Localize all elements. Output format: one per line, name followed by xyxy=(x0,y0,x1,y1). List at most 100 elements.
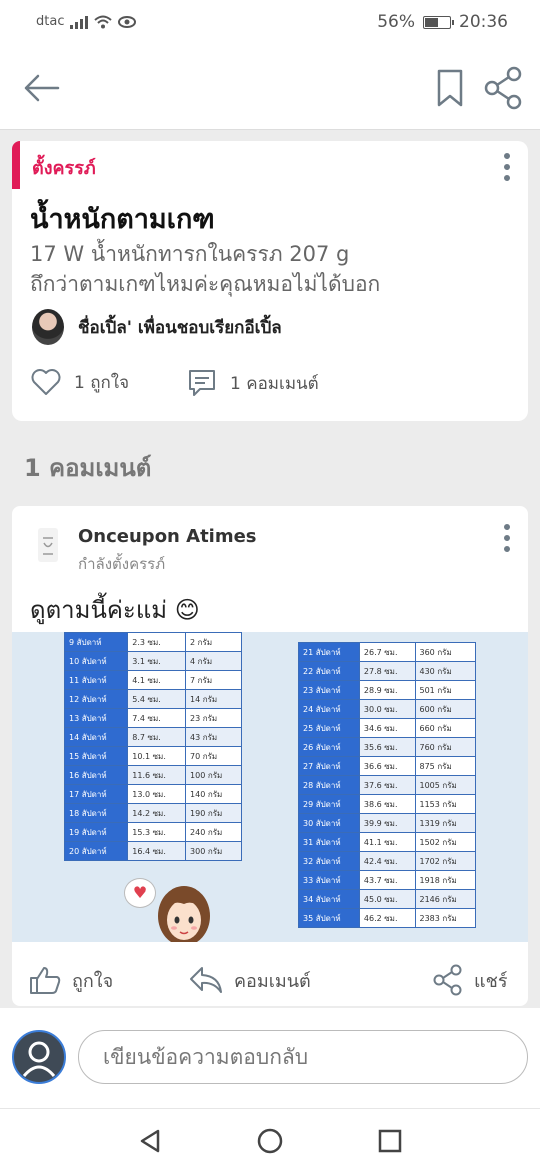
week-cell: 27 สัปดาห์ xyxy=(298,756,360,776)
weight-cell: 875 กรัม xyxy=(414,756,476,776)
length-cell: 46.2 ซม. xyxy=(358,908,416,928)
weight-table-row: 9 สัปดาห์ 2.3 ซม. 2 กรัม xyxy=(63,632,242,652)
comment-stat[interactable]: 1 คอมเมนต์ xyxy=(186,367,319,399)
share-label: แชร์ xyxy=(474,970,508,992)
weight-cell: 1153 กรัม xyxy=(414,794,476,814)
like-stat[interactable]: 1 ถูกใจ xyxy=(30,367,129,397)
weight-table-row: 11 สัปดาห์ 4.1 ซม. 7 กรัม xyxy=(63,670,242,690)
weight-table-row: 18 สัปดาห์ 14.2 ซม. 190 กรัม xyxy=(63,803,242,823)
comment-card: Onceupon Atimes กำลังตั้งครรภ์ ดูตามนี้ค… xyxy=(12,506,528,1006)
weight-table-row: 33 สัปดาห์ 43.7 ซม. 1918 กรัม xyxy=(298,870,476,890)
length-cell: 26.7 ซม. xyxy=(358,642,416,662)
share-button[interactable] xyxy=(482,66,526,110)
weight-cell: 300 กรัม xyxy=(185,841,242,861)
weight-cell: 4 กรัม xyxy=(185,651,242,671)
week-cell: 28 สัปดาห์ xyxy=(298,775,360,795)
length-cell: 30.0 ซม. xyxy=(358,699,416,719)
reply-button[interactable]: คอมเมนต์ xyxy=(188,958,311,1002)
weight-cell: 430 กรัม xyxy=(414,661,476,681)
weight-table-right: 21 สัปดาห์ 26.7 ซม. 360 กรัม 22 สัปดาห์ 27.8… xyxy=(298,642,476,928)
week-cell: 31 สัปดาห์ xyxy=(298,832,360,852)
clock: 20:36 xyxy=(459,12,508,32)
like-count: 1 ถูกใจ xyxy=(74,372,130,393)
battery-icon xyxy=(423,15,454,29)
author-name[interactable]: ชื่อเปิ้ล' เพื่อนชอบเรียกอีเปิ้ล xyxy=(78,314,282,341)
avatar[interactable] xyxy=(32,309,64,345)
weight-table-row: 15 สัปดาห์ 10.1 ซม. 70 กรัม xyxy=(63,746,242,766)
length-cell: 3.1 ซม. xyxy=(127,651,187,671)
week-cell: 23 สัปดาห์ xyxy=(298,680,360,700)
commenter-avatar[interactable] xyxy=(34,526,62,564)
weight-table-row: 21 สัปดาห์ 26.7 ซม. 360 กรัม xyxy=(298,642,476,662)
commenter-name[interactable]: Onceupon Atimes xyxy=(78,526,257,547)
weight-cell: 600 กรัม xyxy=(414,699,476,719)
week-cell: 9 สัปดาห์ xyxy=(63,632,129,652)
week-cell: 13 สัปดาห์ xyxy=(63,708,129,728)
week-cell: 22 สัปดาห์ xyxy=(298,661,360,681)
bookmark-button[interactable] xyxy=(432,66,468,110)
kebab-menu-icon[interactable] xyxy=(502,153,512,181)
week-cell: 35 สัปดาห์ xyxy=(298,908,360,928)
week-cell: 17 สัปดาห์ xyxy=(63,784,129,804)
length-cell: 7.4 ซม. xyxy=(127,708,187,728)
weight-cell: 14 กรัม xyxy=(185,689,242,709)
length-cell: 43.7 ซม. xyxy=(358,870,416,890)
signal-icon xyxy=(70,15,89,29)
length-cell: 28.9 ซม. xyxy=(358,680,416,700)
like-button[interactable]: ถูกใจ xyxy=(28,958,113,1002)
share-icon xyxy=(433,964,462,996)
post-tag[interactable]: ตั้งครรภ์ xyxy=(32,153,96,182)
comments-heading: 1 คอมเมนต์ xyxy=(24,454,152,482)
thumbs-up-icon xyxy=(30,967,61,994)
mother-illustration xyxy=(158,886,210,942)
weight-cell: 1702 กรัม xyxy=(414,851,476,871)
weight-table-row: 10 สัปดาห์ 3.1 ซม. 4 กรัม xyxy=(63,651,242,671)
status-right: 56% 20:36 xyxy=(377,12,508,32)
wifi-icon xyxy=(94,15,113,28)
nav-recents-icon[interactable] xyxy=(370,1121,410,1161)
week-cell: 18 สัปดาห์ xyxy=(63,803,129,823)
weight-table-row: 35 สัปดาห์ 46.2 ซม. 2383 กรัม xyxy=(298,908,476,928)
comment-image[interactable]: 9 สัปดาห์ 2.3 ซม. 2 กรัม 10 สัปดาห์ 3.1 ซม. 4… xyxy=(12,632,528,942)
length-cell: 10.1 ซม. xyxy=(127,746,187,766)
like-label: ถูกใจ xyxy=(72,970,114,992)
weight-table-row: 20 สัปดาห์ 16.4 ซม. 300 กรัม xyxy=(63,841,242,861)
weight-cell: 190 กรัม xyxy=(185,803,242,823)
weight-table-row: 34 สัปดาห์ 45.0 ซม. 2146 กรัม xyxy=(298,889,476,909)
user-icon[interactable] xyxy=(12,1030,66,1084)
comment-kebab-menu-icon[interactable] xyxy=(502,524,512,552)
length-cell: 34.6 ซม. xyxy=(358,718,416,738)
weight-cell: 2 กรัม xyxy=(185,632,242,652)
week-cell: 34 สัปดาห์ xyxy=(298,889,360,909)
weight-cell: 1005 กรัม xyxy=(414,775,476,795)
share-comment-button[interactable]: แชร์ xyxy=(432,958,508,1002)
back-button[interactable] xyxy=(20,66,64,110)
weight-cell: 501 กรัม xyxy=(414,680,476,700)
tag-accent-bar xyxy=(12,141,20,189)
nav-back-icon[interactable] xyxy=(130,1121,170,1161)
weight-table-left: 9 สัปดาห์ 2.3 ซม. 2 กรัม 10 สัปดาห์ 3.1 ซม. 4… xyxy=(63,632,242,861)
back-arrow-icon xyxy=(24,74,60,102)
length-cell: 5.4 ซม. xyxy=(127,689,187,709)
post-author[interactable]: ชื่อเปิ้ล' เพื่อนชอบเรียกอีเปิ้ล xyxy=(32,309,282,345)
weight-table-row: 31 สัปดาห์ 41.1 ซม. 1502 กรัม xyxy=(298,832,476,852)
length-cell: 4.1 ซม. xyxy=(127,670,187,690)
comment-icon xyxy=(189,370,215,396)
weight-cell: 140 กรัม xyxy=(185,784,242,804)
reply-input[interactable] xyxy=(78,1030,528,1084)
weight-table-row: 28 สัปดาห์ 37.6 ซม. 1005 กรัม xyxy=(298,775,476,795)
week-cell: 25 สัปดาห์ xyxy=(298,718,360,738)
week-cell: 24 สัปดาห์ xyxy=(298,699,360,719)
weight-cell: 43 กรัม xyxy=(185,727,242,747)
length-cell: 8.7 ซม. xyxy=(127,727,187,747)
post-body: 17 W น้ำหนักทารกในครรภ 207 g ถึกว่าตามเกฑ… xyxy=(30,239,510,299)
weight-table-row: 14 สัปดาห์ 8.7 ซม. 43 กรัม xyxy=(63,727,242,747)
length-cell: 42.4 ซม. xyxy=(358,851,416,871)
week-cell: 19 สัปดาห์ xyxy=(63,822,129,842)
length-cell: 27.8 ซม. xyxy=(358,661,416,681)
length-cell: 13.0 ซม. xyxy=(127,784,187,804)
weight-table-row: 27 สัปดาห์ 36.6 ซม. 875 กรัม xyxy=(298,756,476,776)
length-cell: 11.6 ซม. xyxy=(127,765,187,785)
weight-table-row: 12 สัปดาห์ 5.4 ซม. 14 กรัม xyxy=(63,689,242,709)
nav-home-icon[interactable] xyxy=(250,1121,290,1161)
